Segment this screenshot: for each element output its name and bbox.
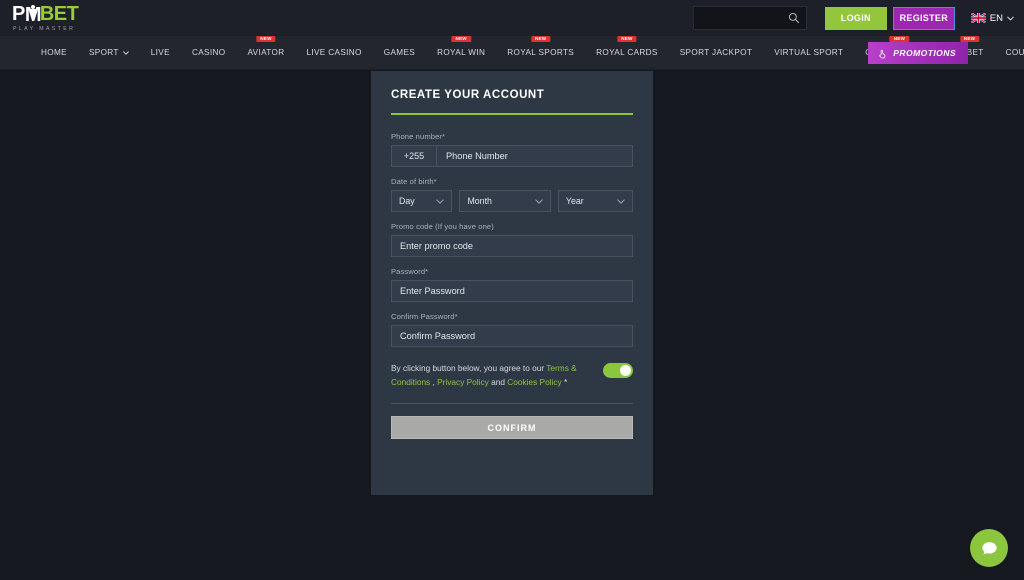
terms-intro: By clicking button below, you agree to o… [391, 363, 545, 373]
form-divider [391, 403, 633, 404]
nav-item-royal-sports[interactable]: NEW ROYAL SPORTS [496, 35, 585, 70]
nav-label: CASINO [191, 48, 226, 57]
nav-label: SPORT [88, 48, 119, 57]
terms-toggle[interactable] [603, 363, 633, 378]
login-button[interactable]: LOGIN [824, 6, 887, 30]
language-code: EN [989, 12, 1003, 24]
chevron-down-icon [122, 50, 129, 55]
chat-widget-button[interactable] [970, 529, 1008, 567]
chevron-down-icon [436, 198, 445, 204]
dob-month-value: Month [467, 196, 492, 206]
promo-field-group: Promo code (If you have one) [391, 222, 633, 257]
terms-required-mark: * [561, 377, 568, 387]
confirm-button[interactable]: CONFIRM [391, 416, 633, 439]
phone-label: Phone number* [391, 132, 446, 141]
nav-label: LIVE [150, 48, 170, 57]
terms-text: By clicking button below, you agree to o… [391, 361, 593, 389]
nav-item-games[interactable]: GAMES [373, 36, 426, 70]
site-logo[interactable]: P M BET PLAY MASTER [8, 3, 79, 32]
nav-label: GAMES [383, 48, 416, 57]
new-badge: NEW [617, 35, 637, 43]
nav-label: AVIATOR [247, 48, 285, 57]
chevron-down-icon [617, 198, 625, 204]
search-input[interactable] [699, 12, 788, 24]
new-badge: NEW [531, 35, 551, 43]
dob-month-select[interactable]: Month [459, 190, 551, 212]
uk-flag-icon [970, 13, 986, 23]
password-field-group: Password* [391, 267, 633, 302]
nav-item-sport-jackpot[interactable]: SPORT JACKPOT [669, 36, 764, 70]
dob-field-group: Date of birth* Day Month Year [391, 177, 633, 212]
chevron-down-icon[interactable] [1007, 16, 1014, 21]
nav-label: SPORT JACKPOT [679, 48, 753, 57]
nav-label: LIVE CASINO [306, 48, 362, 57]
new-badge: NEW [256, 35, 276, 43]
nav-item-aviator[interactable]: NEW AVIATOR [236, 35, 295, 70]
nav-item-casino[interactable]: CASINO [181, 36, 237, 70]
nav-item-virtual-sport[interactable]: VIRTUAL SPORT [763, 36, 854, 70]
nav-label: HOME [41, 48, 67, 57]
dob-year-select[interactable]: Year [557, 190, 633, 212]
nav-item-royal-win[interactable]: NEW ROYAL WIN [426, 35, 496, 70]
nav-item-royal-cards[interactable]: NEW ROYAL CARDS [585, 35, 669, 70]
logo-letter-p: P [12, 3, 25, 25]
confirm-password-label: Confirm Password* [391, 312, 458, 321]
nav-item-coupon-check[interactable]: COUPON CHECK [995, 36, 1024, 70]
search-box[interactable] [692, 6, 807, 30]
promotions-label: PROMOTIONS [893, 48, 956, 58]
registration-form-panel: CREATE YOUR ACCOUNT Phone number* +255 D… [371, 71, 653, 495]
cookies-policy-link[interactable]: Cookies Policy [507, 377, 561, 387]
promo-code-input[interactable] [391, 235, 633, 257]
logo-tagline: PLAY MASTER [13, 26, 76, 32]
dob-year-value: Year [565, 196, 584, 206]
chat-bubble-icon [981, 541, 997, 554]
promotions-button[interactable]: PROMOTIONS [868, 42, 968, 64]
language-selector[interactable]: EN [970, 12, 1014, 24]
toggle-knob [620, 365, 631, 376]
phone-input-group: +255 [391, 145, 633, 167]
nav-label: ROYAL WIN [437, 48, 486, 57]
password-input[interactable] [391, 280, 633, 302]
terms-conjunction: and [488, 377, 508, 387]
search-icon[interactable] [788, 12, 800, 24]
nav-item-sport[interactable]: SPORT [78, 36, 140, 70]
phone-field-group: Phone number* +255 [391, 132, 633, 167]
privacy-policy-link[interactable]: Privacy Policy [437, 377, 489, 387]
logo-letter-m-with-person: M [25, 4, 42, 25]
nav-item-live-casino[interactable]: LIVE CASINO [295, 36, 372, 70]
nav-item-live[interactable]: LIVE [140, 36, 181, 70]
logo-word-bet: BET [39, 3, 79, 25]
dob-label: Date of birth* [391, 177, 437, 186]
person-icon [28, 4, 37, 22]
confirm-password-field-group: Confirm Password* [391, 312, 633, 347]
promo-label: Promo code (If you have one) [391, 222, 494, 231]
nav-label: COUPON CHECK [1005, 48, 1024, 57]
main-navigation: HOME SPORT LIVE CASINO NEW AVIATOR LIVE … [0, 35, 1024, 70]
phone-input[interactable] [437, 146, 632, 166]
terms-agreement: By clicking button below, you agree to o… [391, 361, 633, 389]
dob-selects: Day Month Year [391, 190, 633, 212]
chevron-down-icon [535, 198, 543, 204]
nav-item-home[interactable]: HOME [30, 36, 78, 70]
register-button[interactable]: REGISTER [892, 6, 955, 30]
hand-pointer-icon [879, 49, 886, 58]
country-code-prefix[interactable]: +255 [392, 146, 437, 166]
dob-day-select[interactable]: Day [391, 190, 453, 212]
site-header: P M BET PLAY MASTER LOGIN REGISTER [0, 0, 1024, 36]
page-title: CREATE YOUR ACCOUNT [391, 89, 545, 101]
nav-label: ROYAL CARDS [596, 48, 658, 57]
nav-label: ROYAL SPORTS [507, 48, 575, 57]
password-label: Password* [391, 267, 429, 276]
title-underline [391, 113, 633, 115]
dob-day-value: Day [399, 196, 415, 206]
header-actions: LOGIN REGISTER EN [692, 6, 1014, 30]
nav-label: VIRTUAL SPORT [774, 48, 844, 57]
logo-wordmark: P M BET [12, 3, 79, 25]
confirm-password-input[interactable] [391, 325, 633, 347]
new-badge: NEW [451, 35, 471, 43]
